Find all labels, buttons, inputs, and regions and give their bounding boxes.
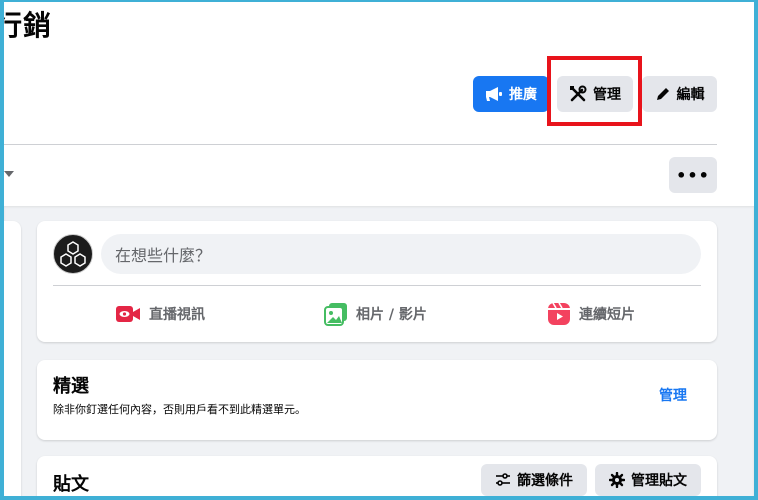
manage-posts-button[interactable]: 管理貼文 (595, 464, 701, 496)
composer-input[interactable]: 在想些什麼？ (101, 234, 701, 274)
filter-button[interactable]: 篩選條件 (481, 464, 587, 496)
chevron-down-icon[interactable] (4, 171, 14, 177)
highlight-annotation (547, 56, 642, 126)
edit-label: 編輯 (676, 87, 705, 103)
featured-manage-link[interactable]: 管理 (659, 385, 687, 405)
composer-card: 在想些什麼？ 直播視訊 相片 / 影片 連續短片 (37, 221, 717, 342)
live-video-button[interactable]: 直播視訊 (115, 299, 205, 329)
posts-title: 貼文 (53, 474, 89, 495)
posts-card: 貼文 篩選條件 管理貼文 (37, 456, 717, 500)
gear-icon (609, 472, 625, 488)
featured-title: 精選 (53, 376, 89, 397)
page-title: 行銷 (0, 9, 53, 42)
promote-label: 推廣 (509, 87, 537, 103)
left-column-card (4, 221, 21, 500)
featured-description: 除非你釘選任何內容，否則用戶看不到此精選單元。 (53, 403, 306, 416)
sliders-icon (495, 473, 511, 487)
photo-icon (324, 302, 348, 326)
live-video-label: 直播視訊 (149, 307, 205, 323)
manage-posts-label: 管理貼文 (631, 473, 687, 489)
promote-button[interactable]: 推廣 (473, 76, 549, 112)
reel-button[interactable]: 連續短片 (547, 299, 635, 329)
more-options-button[interactable]: ••• (669, 157, 717, 193)
megaphone-icon (485, 86, 503, 102)
live-video-icon (115, 304, 141, 324)
photo-video-label: 相片 / 影片 (356, 307, 427, 323)
photo-video-button[interactable]: 相片 / 影片 (324, 299, 427, 329)
featured-card: 精選 除非你釘選任何內容，否則用戶看不到此精選單元。 管理 (37, 360, 717, 440)
reel-icon (547, 302, 571, 326)
composer-divider (53, 285, 701, 286)
reel-label: 連續短片 (579, 307, 635, 323)
pencil-icon (655, 86, 671, 102)
header-divider (4, 144, 717, 145)
filter-label: 篩選條件 (517, 473, 573, 489)
avatar[interactable] (53, 234, 93, 274)
edit-button[interactable]: 編輯 (642, 76, 717, 112)
